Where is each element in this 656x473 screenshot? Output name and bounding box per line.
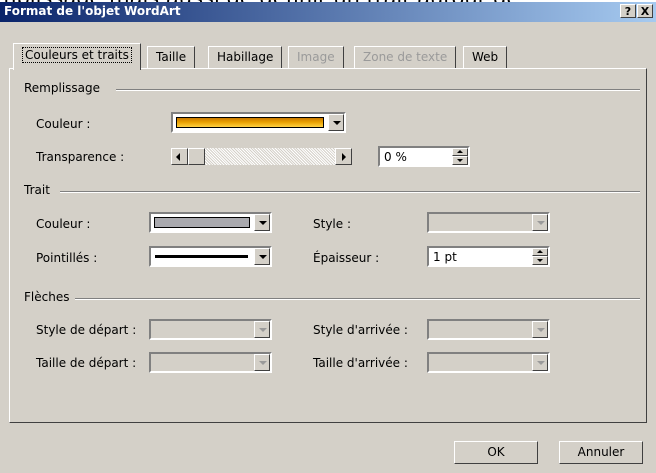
- title-bar: Format de l'objet WordArt ? X: [0, 2, 656, 22]
- tab-label: Taille: [156, 50, 187, 64]
- cancel-button[interactable]: Annuler: [559, 441, 643, 464]
- tab-label: Zone de texte: [363, 50, 448, 64]
- tab-couleurs-et-traits[interactable]: Couleurs et traits: [13, 43, 141, 70]
- group-fleches-label: Flèches: [24, 290, 76, 304]
- tab-label: Web: [472, 50, 499, 64]
- tab-zone-de-texte[interactable]: Zone de texte: [354, 46, 457, 68]
- tab-panel: [9, 68, 647, 423]
- tab-habillage[interactable]: Habillage: [208, 46, 283, 68]
- tab-web[interactable]: Web: [463, 46, 508, 68]
- help-button[interactable]: ?: [620, 4, 636, 18]
- tab-label: Habillage: [217, 50, 274, 64]
- tab-label: Image: [297, 50, 335, 64]
- tab-label: Couleurs et traits: [22, 47, 132, 63]
- group-remplissage-label: Remplissage: [24, 81, 107, 95]
- tab-image[interactable]: Image: [288, 46, 344, 68]
- dialog-title: Format de l'objet WordArt: [4, 4, 181, 18]
- ok-button[interactable]: OK: [454, 441, 538, 464]
- close-button[interactable]: X: [637, 4, 653, 18]
- tab-taille[interactable]: Taille: [147, 46, 196, 68]
- group-trait-label: Trait: [24, 183, 56, 197]
- format-wordart-dialog: Format de l'objet WordArt ? X Couleurs e…: [0, 2, 656, 473]
